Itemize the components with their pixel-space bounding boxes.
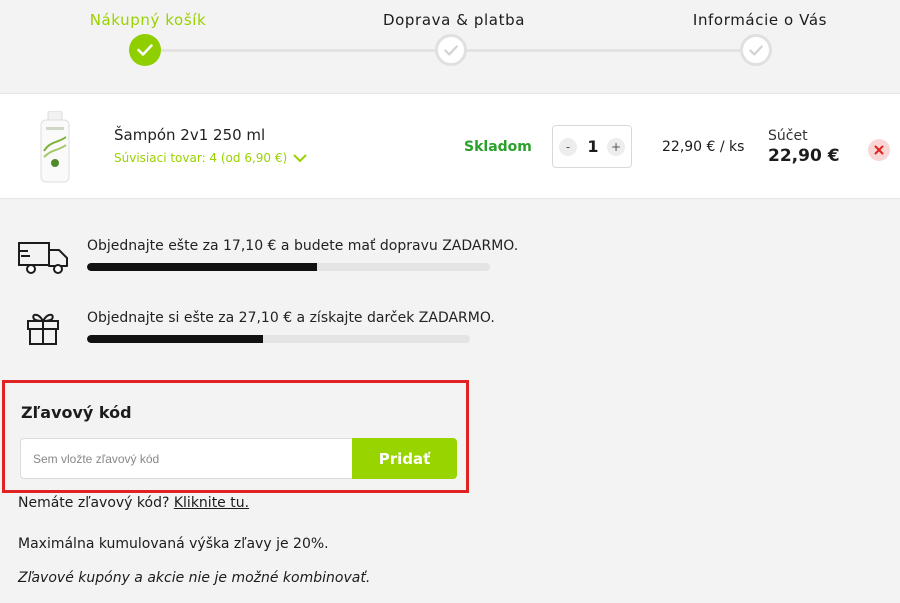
step-connector — [148, 49, 451, 52]
related-products-toggle[interactable]: Súvisiaci tovar: 4 (od 6,90 €) — [114, 151, 307, 165]
step-cart-check-icon[interactable] — [129, 34, 161, 66]
chevron-down-icon — [293, 154, 307, 162]
no-code-note: Nemáte zľavový kód? Kliknite tu. — [18, 495, 249, 511]
gift-progress-fill — [87, 335, 264, 343]
step-info-label: Informácie o Vás — [692, 11, 828, 29]
unit-price: 22,90 € / ks — [662, 139, 745, 155]
gift-promo-text: Objednajte si ešte za 27,10 € a získajte… — [87, 310, 495, 326]
sum-value: 22,90 € — [768, 146, 840, 166]
combine-note: Zľavové kupóny a akcie nie je možné komb… — [18, 570, 371, 586]
step-connector — [451, 49, 756, 52]
step-info-check-icon — [740, 34, 772, 66]
cart-item-row: Šampón 2v1 250 ml Súvisiaci tovar: 4 (od… — [0, 93, 900, 199]
shipping-progress-fill — [87, 263, 317, 271]
step-shipping-label: Doprava & platba — [383, 11, 525, 29]
product-image[interactable] — [38, 110, 72, 183]
shipping-progress-bar — [87, 263, 490, 271]
click-here-link[interactable]: Kliknite tu. — [174, 495, 249, 511]
coupon-input[interactable] — [20, 438, 353, 479]
product-name[interactable]: Šampón 2v1 250 ml — [114, 126, 265, 144]
truck-icon — [18, 240, 70, 280]
qty-decrease-button[interactable]: - — [559, 138, 577, 156]
max-discount-note: Maximálna kumulovaná výška zľavy je 20%. — [18, 536, 329, 552]
gift-progress-bar — [87, 335, 470, 343]
coupon-title: Zľavový kód — [21, 403, 132, 422]
checkout-steps: Nákupný košík Doprava & platba Informáci… — [0, 0, 900, 93]
step-cart-label[interactable]: Nákupný košík — [90, 11, 207, 29]
stock-status: Skladom — [464, 139, 532, 155]
remove-item-button[interactable] — [868, 139, 890, 161]
related-products-label: Súvisiaci tovar: 4 (od 6,90 €) — [114, 151, 288, 165]
qty-increase-button[interactable]: + — [607, 138, 625, 156]
shipping-promo-text: Objednajte ešte za 17,10 € a budete mať … — [87, 238, 519, 254]
quantity-stepper: - 1 + — [552, 125, 632, 168]
no-code-text: Nemáte zľavový kód? — [18, 495, 170, 511]
step-shipping-check-icon — [435, 34, 467, 66]
qty-value[interactable]: 1 — [586, 137, 600, 156]
gift-icon — [26, 310, 60, 350]
close-icon — [874, 145, 884, 155]
coupon-section: Zľavový kód Pridať — [2, 380, 469, 493]
sum-label: Súčet — [768, 128, 808, 144]
apply-coupon-button[interactable]: Pridať — [352, 438, 457, 479]
